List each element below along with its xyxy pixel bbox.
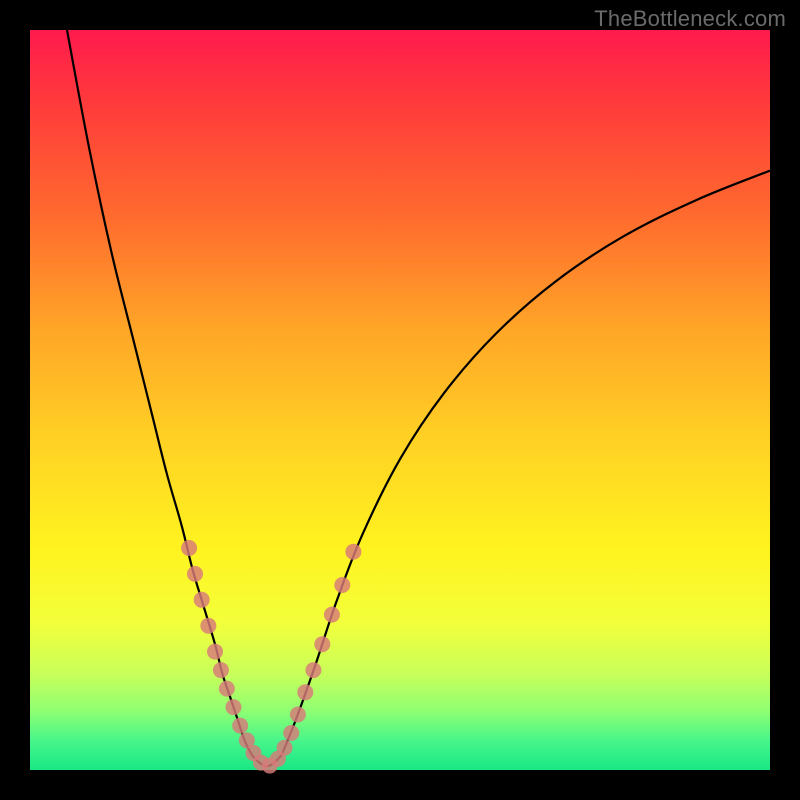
sample-dot [314,636,330,652]
curve-left-branch [67,30,252,755]
sample-dot [232,718,248,734]
sample-dot [277,740,293,756]
sample-dot [334,577,350,593]
sample-dot [297,684,313,700]
chart-svg [30,30,770,770]
sample-dot [194,592,210,608]
sample-dot [219,681,235,697]
sample-dot [290,707,306,723]
curve-right-branch [282,171,770,756]
sample-dot [187,566,203,582]
sample-dot [213,662,229,678]
chart-frame [30,30,770,770]
sample-dot [181,540,197,556]
sample-dot [283,725,299,741]
sample-dot [207,644,223,660]
sample-dots-group [181,540,361,774]
sample-dot [226,699,242,715]
sample-dot [324,607,340,623]
watermark-text: TheBottleneck.com [594,6,786,32]
sample-dot [345,544,361,560]
sample-dot [200,618,216,634]
sample-dot [305,662,321,678]
